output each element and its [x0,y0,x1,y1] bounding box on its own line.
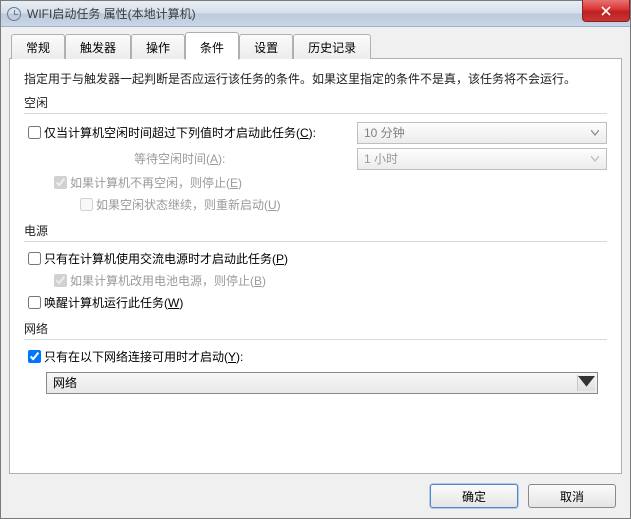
titlebar: WIFI启动任务 属性(本地计算机) [1,1,630,27]
section-idle-label: 空闲 [24,94,607,111]
only-if-network-checkbox[interactable] [28,350,41,363]
dialog-body: 常规 触发器 操作 条件 设置 历史记录 指定用于与触发器一起判断是否应运行该任… [1,27,630,518]
stop-on-battery-checkbox[interactable] [54,274,67,287]
stop-if-not-idle-checkbox[interactable] [54,176,67,189]
row-wait-idle: 等待空闲时间(A): 1 小时 [24,146,607,172]
tab-history[interactable]: 历史记录 [293,34,371,59]
conditions-panel: 指定用于与触发器一起判断是否应运行该任务的条件。如果这里指定的条件不是真，该任务… [9,59,622,474]
only-ac-label: 只有在计算机使用交流电源时才启动此任务(P) [44,250,288,267]
wake-checkbox[interactable] [28,296,41,309]
start-if-idle-checkbox[interactable] [28,126,41,139]
row-restart-if-idle: 如果空闲状态继续，则重新启动(U) [24,194,607,216]
stop-on-battery-label: 如果计算机改用电池电源，则停止(B) [70,272,266,289]
row-only-ac: 只有在计算机使用交流电源时才启动此任务(P) [24,248,607,270]
restart-if-idle-checkbox[interactable] [80,198,93,211]
section-network-label: 网络 [24,320,607,337]
idle-duration-value: 10 分钟 [364,124,405,141]
row-wake: 唤醒计算机运行此任务(W) [24,292,607,314]
tab-general[interactable]: 常规 [11,34,65,59]
properties-dialog: WIFI启动任务 属性(本地计算机) 常规 触发器 操作 条件 设置 历史记录 … [0,0,631,519]
start-if-idle-label: 仅当计算机空闲时间超过下列值时才启动此任务(C): [44,124,316,141]
chevron-down-icon [586,151,604,167]
ok-button[interactable]: 确定 [430,484,518,508]
row-only-if-network: 只有在以下网络连接可用时才启动(Y): [24,346,607,368]
network-combo[interactable]: 网络 [46,372,598,394]
chevron-down-icon [586,125,604,141]
dialog-button-row: 确定 取消 [9,474,622,518]
idle-duration-combo[interactable]: 10 分钟 [357,122,607,144]
tab-settings[interactable]: 设置 [239,34,293,59]
divider [24,241,607,242]
tab-actions[interactable]: 操作 [131,34,185,59]
row-stop-if-not-idle: 如果计算机不再空闲，则停止(E) [24,172,607,194]
wake-label: 唤醒计算机运行此任务(W) [44,294,183,311]
section-power-label: 电源 [24,222,607,239]
row-stop-on-battery: 如果计算机改用电池电源，则停止(B) [24,270,607,292]
stop-if-not-idle-label: 如果计算机不再空闲，则停止(E) [70,174,242,191]
window-title: WIFI启动任务 属性(本地计算机) [27,5,196,22]
panel-description: 指定用于与触发器一起判断是否应运行该任务的条件。如果这里指定的条件不是真，该任务… [24,71,607,88]
network-selected-value: 网络 [53,374,77,391]
chevron-down-icon [577,375,595,391]
divider [24,113,607,114]
network-combo-wrap: 网络 [24,368,607,394]
restart-if-idle-label: 如果空闲状态继续，则重新启动(U) [96,196,281,213]
wait-idle-label: 等待空闲时间(A): [24,150,225,167]
tabstrip: 常规 触发器 操作 条件 设置 历史记录 [9,35,622,59]
only-if-network-label: 只有在以下网络连接可用时才启动(Y): [44,348,243,365]
only-ac-checkbox[interactable] [28,252,41,265]
tab-triggers[interactable]: 触发器 [65,34,131,59]
close-icon [601,6,611,16]
close-button[interactable] [582,0,630,22]
cancel-button[interactable]: 取消 [528,484,616,508]
wait-duration-combo[interactable]: 1 小时 [357,148,607,170]
row-start-if-idle: 仅当计算机空闲时间超过下列值时才启动此任务(C): 10 分钟 [24,120,607,146]
tab-conditions[interactable]: 条件 [185,32,239,60]
wait-duration-value: 1 小时 [364,150,398,167]
task-icon [7,7,21,21]
divider [24,339,607,340]
